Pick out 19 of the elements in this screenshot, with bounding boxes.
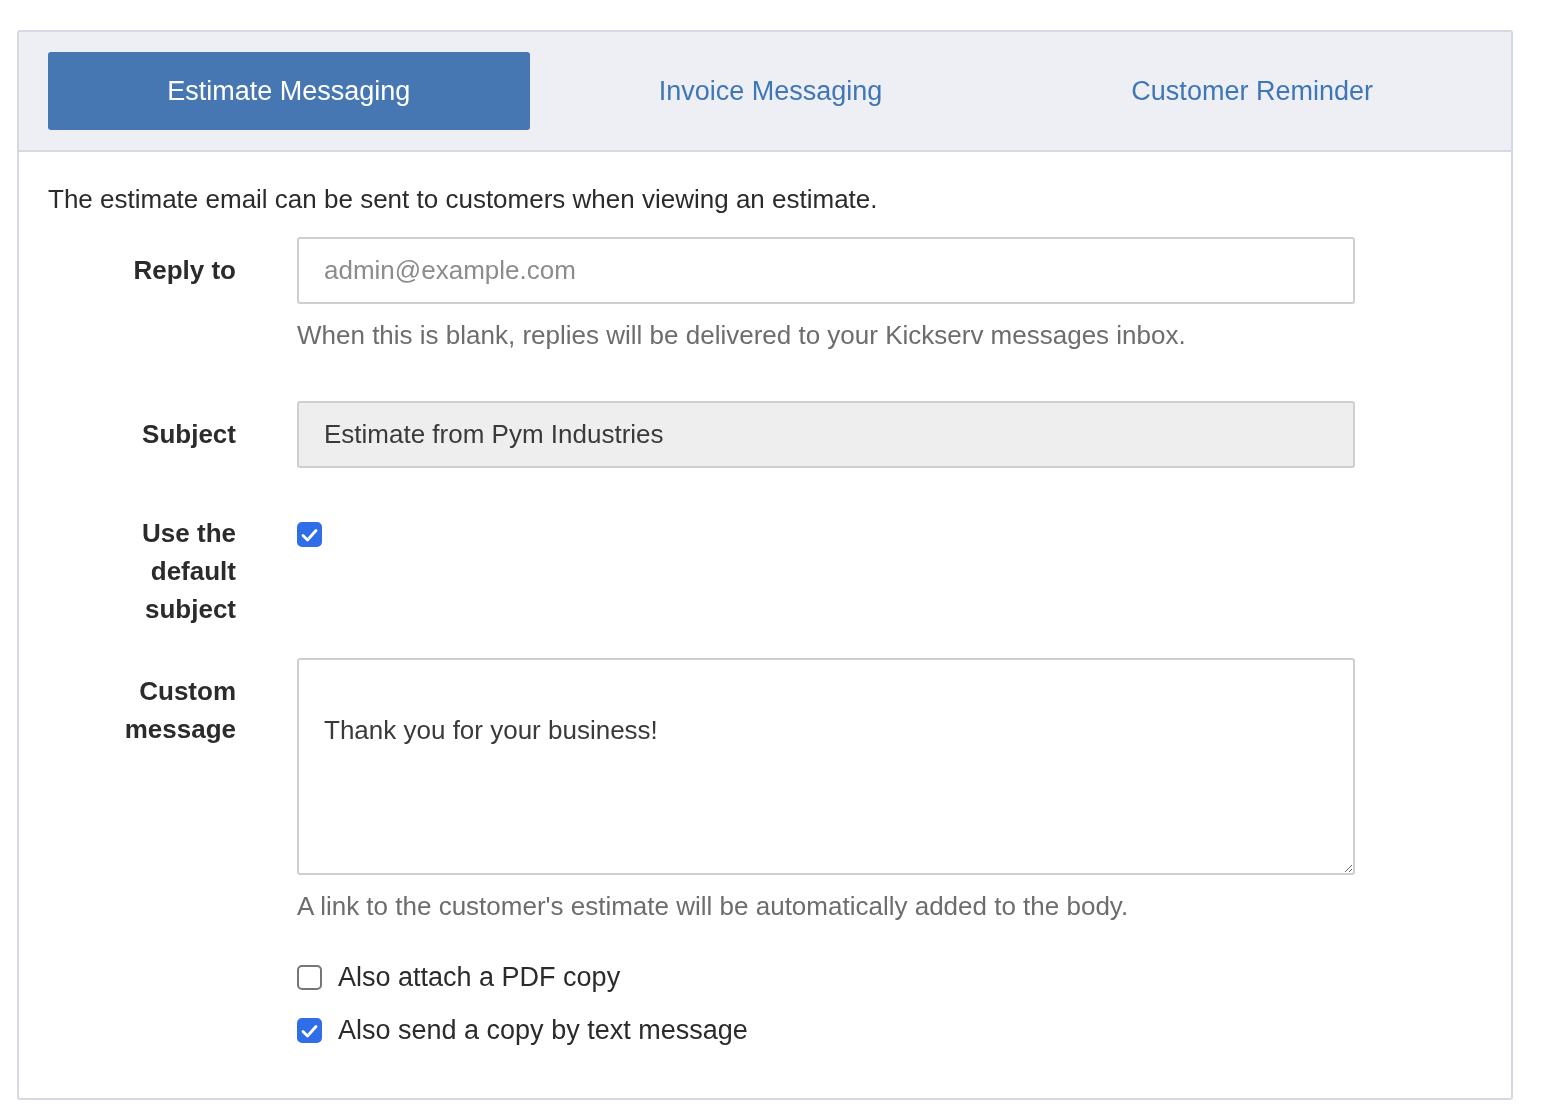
- help-text: A link to the customer's estimate will be automatically added to the body.: [297, 891, 1130, 922]
- option-label: Also send a copy by text message: [338, 1015, 748, 1046]
- checkmark-icon: [301, 1023, 318, 1038]
- checkbox[interactable]: [297, 1018, 322, 1043]
- checkbox[interactable]: [297, 522, 322, 547]
- tab[interactable]: Invoice Messaging: [529, 52, 1012, 130]
- option-label: Also attach a PDF copy: [338, 962, 621, 993]
- field-label: Use the default subject: [141, 517, 236, 626]
- checkmark-icon: [301, 527, 318, 542]
- checkbox[interactable]: [297, 965, 322, 990]
- message-textarea[interactable]: Thank you for your business!: [297, 658, 1355, 875]
- field-label: Custom message: [123, 675, 236, 746]
- help-text: When this is blank, replies will be delivered to your Kickserv messages inbox.: [297, 320, 1187, 351]
- tab[interactable]: Customer Reminder: [1011, 52, 1493, 130]
- intro-text: The estimate email can be sent to customers when viewing an estimate.: [48, 184, 879, 215]
- field-label: Subject: [141, 418, 236, 451]
- text-field[interactable]: admin@example.com: [297, 237, 1355, 304]
- tab[interactable]: Estimate Messaging: [48, 52, 530, 130]
- field-label: Reply to: [132, 254, 236, 287]
